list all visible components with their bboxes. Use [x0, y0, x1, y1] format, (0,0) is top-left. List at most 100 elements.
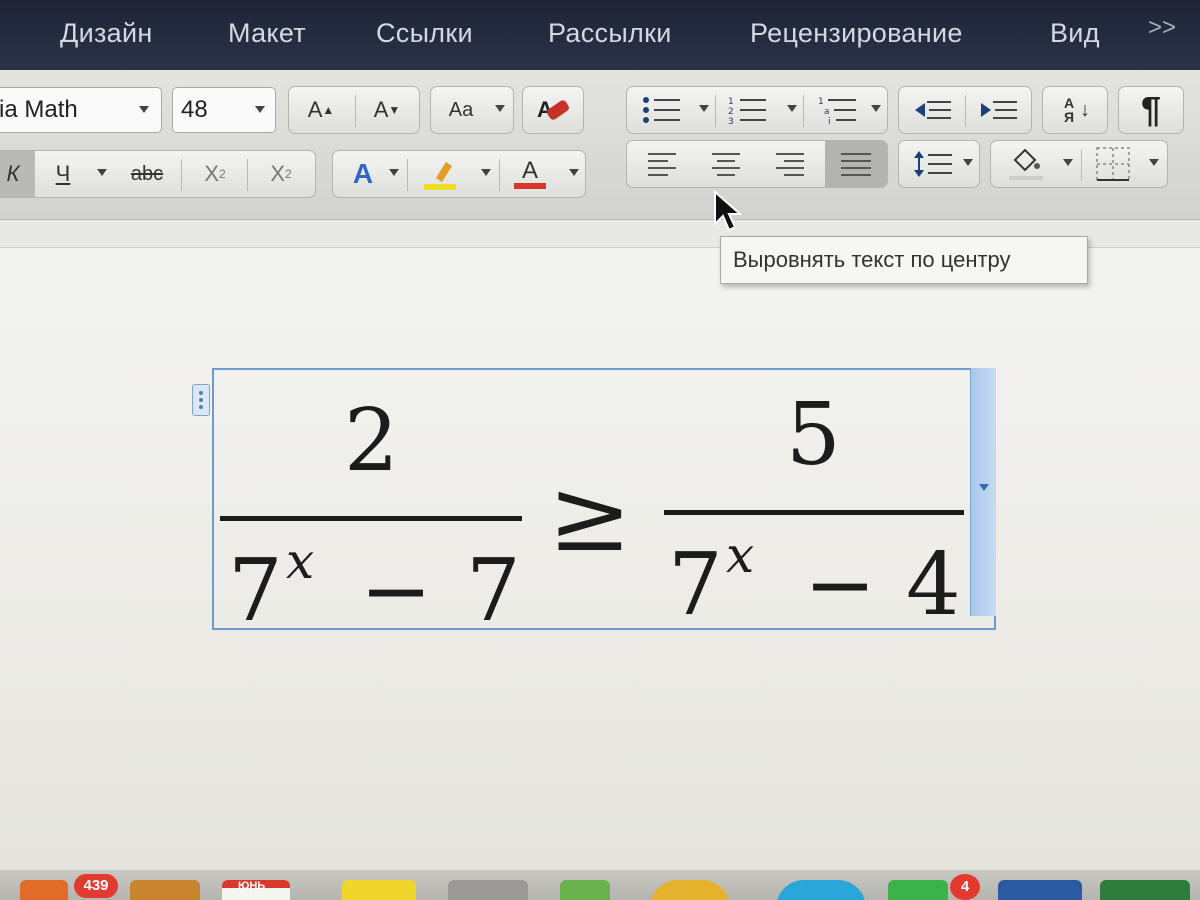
chevron-down-icon: [979, 484, 989, 491]
safari-app-icon[interactable]: [776, 880, 866, 900]
justify-button[interactable]: [825, 141, 887, 187]
sort-label: А Я: [1063, 95, 1075, 125]
multilevel-list-icon: 1 a i: [818, 97, 856, 125]
svg-text:1: 1: [818, 97, 824, 107]
mouse-pointer-icon: [714, 190, 742, 232]
svg-text:a: a: [824, 107, 830, 117]
list-group: 1 2 3 1 a i: [626, 86, 888, 134]
font-color-label: A: [521, 157, 538, 184]
divider: [803, 95, 804, 127]
left-denominator-constant: 7: [466, 541, 521, 641]
left-numerator: 2: [344, 391, 399, 491]
underline-button[interactable]: Ч: [43, 151, 83, 197]
change-case-button[interactable]: Aa: [431, 87, 491, 133]
italic-button[interactable]: К: [0, 151, 35, 197]
underline-dropdown-icon[interactable]: [97, 169, 107, 176]
shading-button[interactable]: [999, 141, 1055, 187]
increase-indent-icon: [981, 101, 1017, 119]
multilevel-dropdown-icon[interactable]: [871, 105, 881, 112]
right-denominator-constant: 4: [906, 535, 961, 635]
font-size-dropdown-icon[interactable]: [255, 106, 265, 113]
align-center-icon: [712, 152, 740, 176]
bullets-button[interactable]: [637, 87, 687, 133]
divider: [181, 159, 182, 191]
divider: [965, 95, 966, 127]
tab-references[interactable]: Ссылки: [376, 18, 473, 49]
show-formatting-marks-button[interactable]: ¶: [1119, 87, 1183, 133]
font-name-dropdown-icon[interactable]: [139, 106, 149, 113]
align-center-button[interactable]: [697, 141, 755, 187]
change-case-dropdown-icon[interactable]: [495, 105, 505, 112]
line-spacing-group: [898, 140, 980, 188]
ribbon-tab-bar: Дизайн Макет Ссылки Рассылки Рецензирова…: [0, 0, 1200, 70]
align-right-icon: [776, 152, 804, 176]
superscript-button[interactable]: X2: [251, 151, 311, 197]
line-spacing-button[interactable]: [905, 141, 961, 187]
excel-app-icon[interactable]: [1100, 880, 1190, 900]
stickies-app-icon[interactable]: [342, 880, 416, 900]
align-left-button[interactable]: [633, 141, 691, 187]
alignment-group: [626, 140, 888, 188]
clear-formatting-button[interactable]: A: [523, 87, 583, 133]
inequality-operator: ≥: [548, 457, 632, 574]
sort-arrow-icon: ↓: [1080, 99, 1090, 121]
highlight-dropdown-icon[interactable]: [481, 169, 491, 176]
bullets-dropdown-icon[interactable]: [699, 105, 709, 112]
highlight-button[interactable]: [417, 151, 463, 197]
borders-dropdown-icon[interactable]: [1149, 159, 1159, 166]
maps-app-icon[interactable]: [560, 880, 610, 900]
word-app-icon[interactable]: [998, 880, 1082, 900]
equation-options-dropdown[interactable]: [970, 368, 996, 616]
messages-app-icon[interactable]: [888, 880, 948, 900]
photos-app-icon[interactable]: [650, 880, 730, 900]
tab-review[interactable]: Рецензирование: [750, 18, 963, 49]
grow-font-button[interactable]: A ▲: [289, 87, 353, 133]
decrease-indent-button[interactable]: [903, 87, 963, 133]
align-left-icon: [648, 152, 676, 176]
right-denominator-base: 7: [668, 535, 723, 635]
finder-app-icon[interactable]: [448, 880, 528, 900]
borders-button[interactable]: [1089, 141, 1137, 187]
tab-design[interactable]: Дизайн: [60, 18, 153, 49]
justify-icon: [841, 152, 871, 176]
left-fraction-bar: [220, 516, 522, 521]
shading-dropdown-icon[interactable]: [1063, 159, 1073, 166]
font-color-swatch: [514, 183, 546, 189]
line-spacing-icon: [914, 151, 952, 177]
tab-layout[interactable]: Макет: [228, 18, 306, 49]
tab-mailings[interactable]: Рассылки: [548, 18, 672, 49]
notes-app-icon[interactable]: [130, 880, 200, 900]
superscript-label: X: [270, 161, 285, 186]
divider: [715, 95, 716, 127]
align-right-button[interactable]: [761, 141, 819, 187]
font-name-field[interactable]: ia Math: [0, 87, 162, 133]
text-effects-button[interactable]: A: [341, 151, 385, 197]
indent-group: [898, 86, 1032, 134]
superscript-mark: 2: [285, 167, 292, 181]
numbering-dropdown-icon[interactable]: [787, 105, 797, 112]
paint-bucket-icon: [1009, 148, 1043, 180]
show-marks-group: ¶: [1118, 86, 1184, 134]
equation-handle-icon[interactable]: [192, 384, 210, 416]
font-color-button[interactable]: A: [507, 151, 553, 197]
line-spacing-dropdown-icon[interactable]: [963, 159, 973, 166]
left-denominator-base: 7: [228, 541, 283, 641]
left-denominator-exponent: x: [286, 532, 315, 590]
text-effects-dropdown-icon[interactable]: [389, 169, 399, 176]
shrink-font-button[interactable]: A ▼: [355, 87, 419, 133]
more-tabs-chevron-icon[interactable]: >>: [1148, 14, 1176, 42]
subscript-mark: 2: [219, 167, 226, 181]
strikethrough-button[interactable]: abc: [115, 151, 179, 197]
multilevel-list-button[interactable]: 1 a i: [813, 87, 863, 133]
right-fraction-bar: [664, 510, 964, 515]
font-size-step-group: A ▲ A ▼: [288, 86, 420, 134]
sort-button[interactable]: А Я ↓: [1043, 87, 1107, 133]
font-size-field[interactable]: 48: [172, 87, 276, 133]
increase-indent-button[interactable]: [969, 87, 1029, 133]
numbering-button[interactable]: 1 2 3: [723, 87, 773, 133]
tab-view[interactable]: Вид: [1050, 18, 1100, 49]
ribbon-toolbar: ia Math 48 A ▲ A ▼ Aa A 1 2 3 1 a i А Я …: [0, 70, 1200, 220]
subscript-button[interactable]: X2: [185, 151, 245, 197]
mail-app-icon[interactable]: [20, 880, 68, 900]
font-color-dropdown-icon[interactable]: [569, 169, 579, 176]
